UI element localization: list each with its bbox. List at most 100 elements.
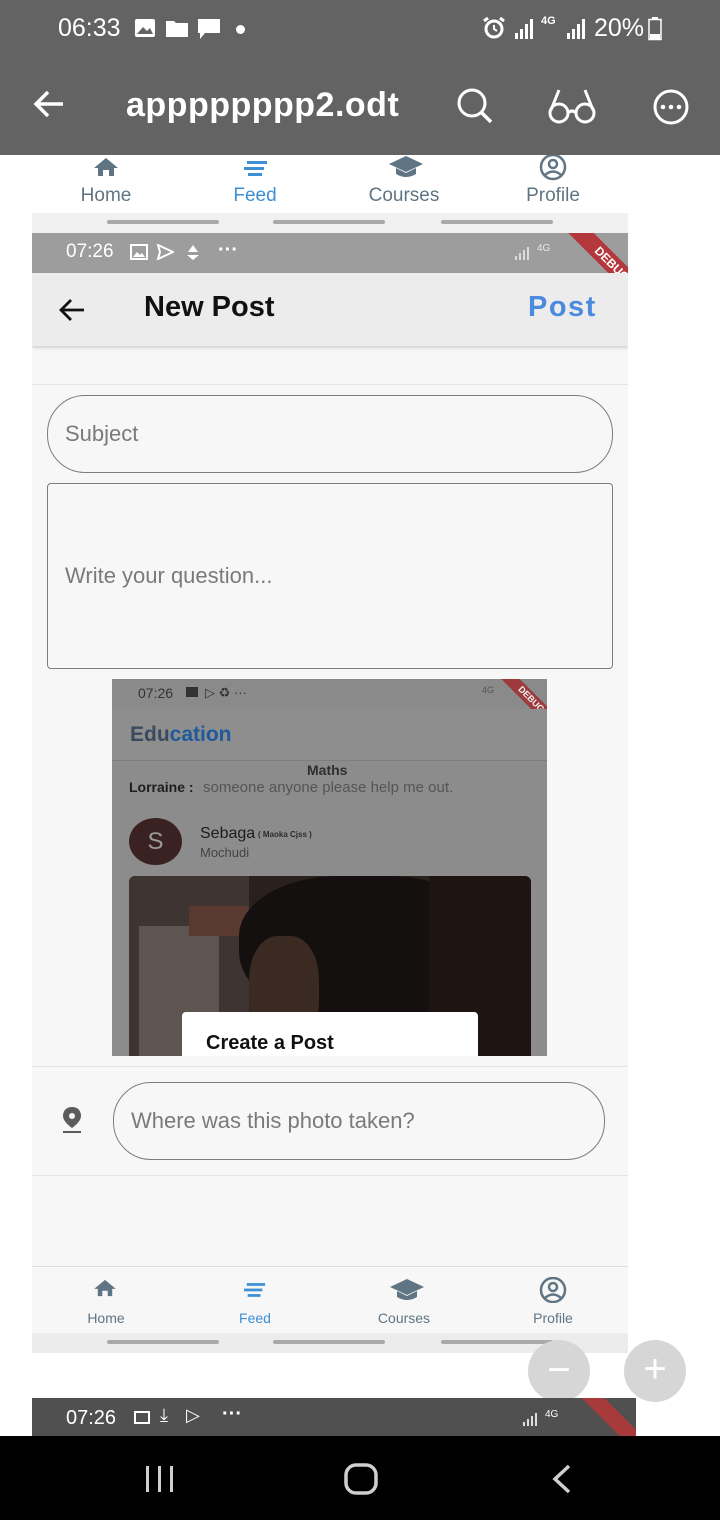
page-title: New Post <box>144 291 275 323</box>
photo-author: Lorraine : <box>129 779 194 795</box>
system-navigation-bar <box>0 1436 720 1520</box>
more-dots-icon: ··· <box>218 239 238 261</box>
gesture-pill <box>441 220 553 224</box>
zoom-out-button[interactable]: − <box>528 1340 590 1402</box>
dialog-title: Create a Post <box>206 1032 334 1054</box>
bottom-nav-courses-label[interactable]: Courses <box>334 1310 474 1326</box>
gesture-pill <box>107 1340 219 1344</box>
screen: 06:33 4G 20% apppppppp2.odt Home Feed Co… <box>0 0 720 1520</box>
inner-bottom-nav: Home Feed Courses Profile <box>32 1266 628 1353</box>
bottom-nav-home-label[interactable]: Home <box>36 1310 176 1326</box>
nav-feed-label[interactable]: Feed <box>185 185 325 207</box>
gesture-pill <box>273 220 385 224</box>
status-time: 06:33 <box>58 14 121 42</box>
more-horizontal-icon[interactable] <box>653 89 689 130</box>
network-type-label: 4G <box>541 15 556 27</box>
zoom-in-label: + <box>643 1347 667 1391</box>
photo-topic: Maths <box>307 762 348 778</box>
photo-status-time: 07:26 <box>138 685 174 701</box>
photo-user-name: Sebaga <box>200 825 256 842</box>
create-post-dialog: Create a Post <box>182 1012 478 1056</box>
dot-icon <box>236 25 245 34</box>
home-button-icon[interactable] <box>343 1462 379 1501</box>
signal-icon <box>522 1411 538 1432</box>
zoom-in-button[interactable]: + <box>624 1340 686 1402</box>
feed-icon <box>244 160 268 181</box>
photo-app-title: Education <box>130 723 232 746</box>
location-pin-icon <box>62 1106 82 1139</box>
zoom-out-label: − <box>547 1348 571 1392</box>
divider <box>32 1175 628 1176</box>
signal-icon <box>514 245 530 266</box>
divider <box>32 1066 628 1067</box>
home-icon <box>93 1279 117 1302</box>
gallery-icon <box>186 687 198 697</box>
nav-profile-label[interactable]: Profile <box>483 185 623 207</box>
nav-home-label[interactable]: Home <box>36 185 176 207</box>
signal-icon <box>514 18 534 45</box>
nav-courses-label[interactable]: Courses <box>334 185 474 207</box>
location-field[interactable]: Where was this photo taken? <box>113 1082 605 1160</box>
attached-photo: 07:26 ▷ ♻ ··· 4G DEBUG Education Maths L… <box>112 679 547 1056</box>
graduation-cap-icon <box>388 155 424 184</box>
alarm-icon <box>482 16 506 40</box>
signal-icon-2 <box>566 18 586 45</box>
back-button-icon[interactable] <box>550 1463 574 1500</box>
debug-ribbon <box>579 1398 636 1436</box>
next-page-status-bar: 07:26 ⤓ ▷ ··· 4G <box>32 1398 636 1436</box>
gesture-bar <box>32 213 628 233</box>
gesture-pill <box>273 1340 385 1344</box>
bottom-nav-feed-label[interactable]: Feed <box>185 1310 325 1326</box>
home-icon <box>93 157 119 182</box>
arrow-left-icon[interactable] <box>58 297 86 328</box>
divider <box>32 384 628 385</box>
recent-apps-icon[interactable] <box>144 1464 176 1499</box>
subject-placeholder: Subject <box>65 421 139 446</box>
download-icon: ⤓ <box>160 1405 168 1425</box>
location-placeholder: Where was this photo taken? <box>131 1108 415 1133</box>
post-button[interactable]: Post <box>528 291 597 324</box>
avatar: S <box>129 818 182 865</box>
arrow-left-icon[interactable] <box>33 88 65 125</box>
inner-network-label: 4G <box>537 243 551 254</box>
send-icon <box>156 243 176 265</box>
more-dots-icon: ··· <box>222 1403 242 1425</box>
photo-user-village: Mochudi <box>200 845 250 860</box>
question-field[interactable]: Write your question... <box>47 483 613 669</box>
sync-icon <box>184 243 202 266</box>
inner-status-time: 07:26 <box>66 241 114 262</box>
new-post-app-bar: New Post Post <box>32 273 628 346</box>
photo-message: someone anyone please help me out. <box>203 779 454 796</box>
gesture-pill <box>107 220 219 224</box>
document-title: apppppppp2.odt <box>126 86 400 124</box>
subject-field[interactable]: Subject <box>47 395 613 473</box>
profile-icon <box>539 153 567 186</box>
question-placeholder: Write your question... <box>65 563 273 588</box>
battery-percent: 20% <box>594 14 645 42</box>
next-status-time: 07:26 <box>66 1407 117 1429</box>
inner-status-bar: 07:26 ··· 4G DEBUG <box>32 233 628 313</box>
graduation-cap-icon <box>389 1278 425 1307</box>
new-post-page: 07:26 ··· 4G DEBUG New Post Post Subject… <box>32 233 628 1268</box>
gallery-icon <box>134 18 156 38</box>
profile-icon <box>539 1276 567 1308</box>
gallery-icon <box>130 244 148 265</box>
gallery-icon <box>134 1411 150 1424</box>
gesture-pill <box>441 1340 553 1344</box>
send-icon: ▷ ♻ ··· <box>205 685 247 700</box>
photo-user-school: ( Maoka Cjss ) <box>258 830 312 839</box>
send-icon: ▷ <box>186 1405 200 1425</box>
battery-icon <box>648 17 662 46</box>
message-icon <box>197 18 220 39</box>
bottom-nav-profile-label[interactable]: Profile <box>483 1310 623 1326</box>
next-network-label: 4G <box>545 1409 559 1420</box>
photo-status-bar: 07:26 ▷ ♻ ··· 4G DEBUG <box>112 679 547 736</box>
document-app-bar: apppppppp2.odt <box>0 58 720 155</box>
glasses-icon[interactable] <box>548 86 596 131</box>
feed-icon <box>244 1282 266 1302</box>
search-icon[interactable] <box>456 87 494 130</box>
status-bar: 06:33 4G 20% <box>0 0 720 58</box>
folder-icon <box>165 18 188 38</box>
photo-network-label: 4G <box>482 685 495 695</box>
photo-app-bar: Education <box>112 709 547 761</box>
